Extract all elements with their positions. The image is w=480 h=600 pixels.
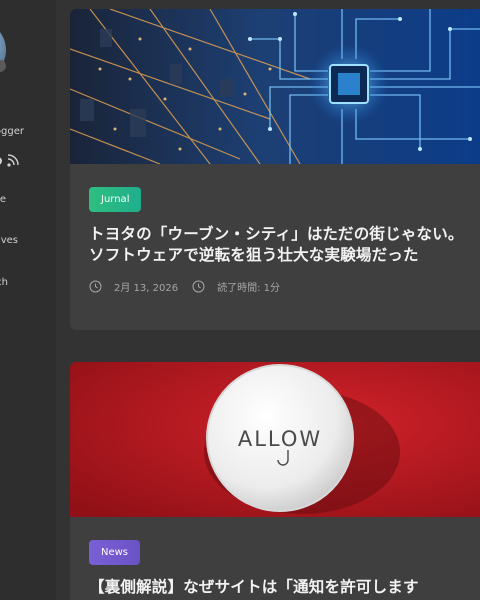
read-time: 読了時間: 1分 — [217, 283, 280, 294]
status-dot — [0, 60, 6, 72]
category-badge[interactable]: News — [89, 540, 141, 565]
clock-icon — [89, 280, 102, 293]
post-thumbnail[interactable] — [70, 9, 480, 164]
sidebar-blogger-label: Blogger — [0, 126, 24, 137]
page: Blogger Home Archives Search — [0, 0, 480, 600]
post-title[interactable]: トヨタの「ウーブン・シティ」はただの街じゃない。ソフトウェアで逆転を狙う壮大な実… — [89, 224, 470, 266]
clock-icon — [192, 280, 205, 293]
sidebar-item-archives[interactable]: Archives — [0, 235, 18, 246]
sidebar: Blogger Home Archives Search — [0, 0, 56, 600]
social-icon[interactable] — [0, 157, 2, 165]
post-meta: 2月 13, 2026 読了時間: 1分 — [89, 279, 470, 294]
post-title[interactable]: 【裏側解説】なぜサイトは「通知を許可します — [89, 577, 470, 598]
allow-text: ALLOW — [238, 427, 322, 451]
sidebar-item-home[interactable]: Home — [0, 194, 6, 205]
rss-icon[interactable] — [7, 154, 19, 167]
category-badge[interactable]: Jurnal — [89, 187, 142, 212]
post-card[interactable]: Jurnal トヨタの「ウーブン・シティ」はただの街じゃない。ソフトウェアで逆転… — [70, 9, 480, 330]
post-thumbnail[interactable]: ALLOW — [70, 362, 480, 517]
sidebar-social-icons — [0, 152, 26, 170]
post-date: 2月 13, 2026 — [114, 283, 179, 294]
sidebar-item-search[interactable]: Search — [0, 277, 8, 288]
post-card[interactable]: ALLOW News 【裏側解説】なぜサイトは「通知を許可します — [70, 362, 480, 600]
